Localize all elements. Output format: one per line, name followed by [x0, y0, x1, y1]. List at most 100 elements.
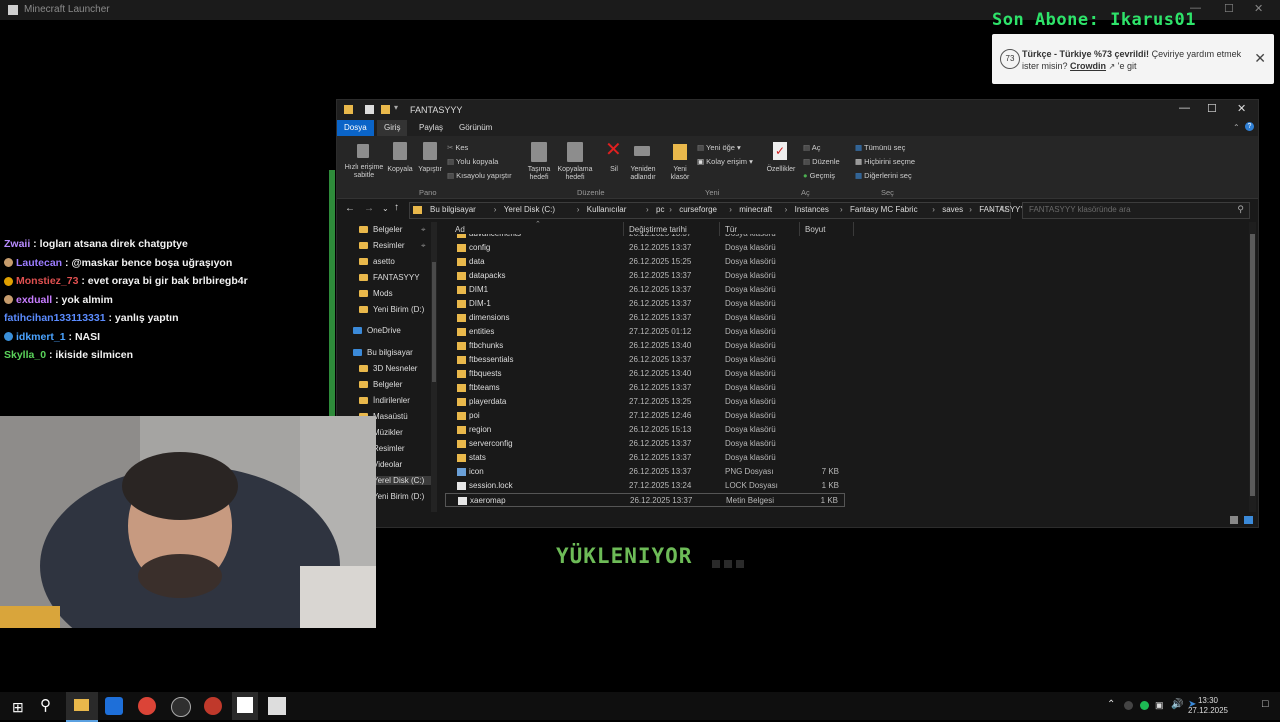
file-row[interactable]: icon 26.12.2025 13:37 PNG Dosyası 7 KB — [445, 465, 845, 479]
minecraft-taskbar-icon[interactable] — [268, 697, 286, 715]
explorer-minimize-button[interactable]: — — [1179, 102, 1190, 114]
explorer-close-button[interactable]: ✕ — [1237, 102, 1246, 115]
recent-locations-icon[interactable]: ⌄ — [382, 204, 389, 213]
tab-paylas[interactable]: Paylaş — [412, 120, 450, 136]
paste-button[interactable]: Yapıştır — [415, 166, 445, 174]
column-header-type[interactable]: Tür — [725, 225, 737, 234]
file-row[interactable]: ftbquests 26.12.2025 13:40 Dosya klasörü — [445, 367, 845, 381]
breadcrumb-separator-icon[interactable]: › — [932, 205, 935, 214]
breadcrumb-item[interactable]: Kullanıcılar — [587, 205, 627, 214]
new-folder-button[interactable]: Yeni klasör — [665, 166, 695, 182]
crowdin-link[interactable]: Crowdin — [1070, 61, 1106, 71]
launcher-maximize-button[interactable]: ☐ — [1224, 2, 1234, 15]
launcher-taskbar-button[interactable] — [232, 692, 258, 720]
breadcrumb-item[interactable]: Fantasy MC Fabric — [850, 205, 918, 214]
search-icon[interactable]: ⚲ — [40, 696, 51, 714]
file-list-scroll-thumb[interactable] — [1250, 234, 1255, 496]
launcher-close-button[interactable]: ✕ — [1254, 2, 1263, 15]
paste-shortcut-button[interactable]: ▤ Kısayolu yapıştır — [447, 171, 512, 180]
navigation-scroll-thumb[interactable] — [432, 262, 436, 382]
forward-icon[interactable]: → — [364, 203, 374, 214]
history-button[interactable]: ● Geçmiş — [803, 171, 835, 180]
tray-app-icon[interactable] — [1124, 701, 1133, 710]
cut-button[interactable]: ✂ Kes — [447, 143, 468, 152]
column-header-name[interactable]: Ad — [455, 225, 465, 234]
file-row[interactable]: stats 26.12.2025 13:37 Dosya klasörü — [445, 451, 845, 465]
nav-item[interactable]: Belgeler ⌖ — [359, 225, 426, 234]
properties-button[interactable]: Özellikler — [763, 166, 799, 174]
nav-item[interactable]: OneDrive — [353, 326, 401, 335]
breadcrumb-separator-icon[interactable]: › — [494, 205, 497, 214]
file-row[interactable]: datapacks 26.12.2025 13:37 Dosya klasörü — [445, 269, 845, 283]
nav-item[interactable]: asetto — [359, 257, 395, 266]
rename-button[interactable]: Yeniden adlandır — [623, 166, 663, 182]
file-row[interactable]: region 26.12.2025 15:13 Dosya klasörü — [445, 423, 845, 437]
select-all-button[interactable]: ▦ Tümünü seç — [855, 143, 905, 152]
nav-item[interactable]: Bu bilgisayar — [353, 348, 413, 357]
obs-icon[interactable] — [171, 697, 191, 717]
breadcrumb-separator-icon[interactable]: › — [969, 205, 972, 214]
file-row[interactable]: entities 27.12.2025 01:12 Dosya klasörü — [445, 325, 845, 339]
toast-close-button[interactable]: ✕ — [1254, 50, 1266, 67]
file-explorer-taskbar-button[interactable] — [66, 692, 98, 722]
back-icon[interactable]: ← — [345, 203, 355, 214]
move-to-button[interactable]: Taşıma hedefi — [521, 166, 557, 182]
copy-to-button[interactable]: Kopyalama hedefi — [555, 166, 595, 182]
breadcrumb-separator-icon[interactable]: › — [729, 205, 732, 214]
nav-item[interactable]: İndirilenler — [359, 396, 410, 405]
taskbar-clock[interactable]: 13:30 27.12.2025 — [1188, 696, 1228, 716]
details-view-icon[interactable] — [1230, 516, 1238, 524]
search-input[interactable]: FANTASYYY klasöründe ara ⚲ — [1022, 202, 1250, 219]
address-bar[interactable]: Bu bilgisayar › Yerel Disk (C:) › Kullanıcıl… — [409, 202, 1026, 219]
navigation-scrollbar[interactable] — [431, 222, 437, 512]
breadcrumb-item[interactable]: Bu bilgisayar — [430, 205, 476, 214]
notifications-icon[interactable]: □ — [1262, 698, 1269, 710]
file-row[interactable]: ftbteams 26.12.2025 13:37 Dosya klasörü — [445, 381, 845, 395]
breadcrumb-separator-icon[interactable]: › — [785, 205, 788, 214]
new-item-button[interactable]: ▤ Yeni öğe ▾ — [697, 143, 741, 152]
nav-item[interactable]: FANTASYYY — [359, 273, 420, 282]
up-icon[interactable]: ↑ — [394, 202, 399, 213]
search-icon[interactable]: ⚲ — [1237, 204, 1244, 215]
help-icon[interactable]: ? — [1245, 122, 1254, 131]
edit-button[interactable]: ▤ Düzenle — [803, 157, 840, 166]
network-icon[interactable]: ▣ — [1155, 700, 1164, 711]
start-icon[interactable]: ⊞ — [12, 699, 24, 716]
file-row[interactable]: dimensions 26.12.2025 13:37 Dosya klasörü — [445, 311, 845, 325]
file-row[interactable]: DIM1 26.12.2025 13:37 Dosya klasörü — [445, 283, 845, 297]
nav-item[interactable]: Belgeler — [359, 380, 402, 389]
volume-icon[interactable]: 🔊 — [1171, 699, 1183, 710]
breadcrumb-separator-icon[interactable]: › — [646, 205, 649, 214]
nav-item[interactable]: Yeni Birim (D:) — [359, 305, 424, 314]
copy-button[interactable]: Kopyala — [385, 166, 415, 174]
breadcrumb-item[interactable]: pc — [656, 205, 664, 214]
explorer-maximize-button[interactable]: ☐ — [1207, 102, 1217, 115]
nav-item[interactable]: Resimler ⌖ — [359, 241, 426, 250]
nav-item[interactable]: Mods — [359, 289, 393, 298]
file-row[interactable]: DIM-1 26.12.2025 13:37 Dosya klasörü — [445, 297, 845, 311]
easy-access-button[interactable]: ▣ Kolay erişim ▾ — [697, 157, 753, 166]
tab-dosya[interactable]: Dosya — [337, 120, 374, 136]
file-row[interactable]: ftbessentials 26.12.2025 13:37 Dosya klasö… — [445, 353, 845, 367]
breadcrumb-item[interactable]: minecraft — [739, 205, 772, 214]
file-row[interactable]: ftbchunks 26.12.2025 13:40 Dosya klasörü — [445, 339, 845, 353]
file-row[interactable]: config 26.12.2025 13:37 Dosya klasörü — [445, 241, 845, 255]
invert-selection-button[interactable]: ▦ Diğerlerini seç — [855, 171, 912, 180]
column-header-size[interactable]: Boyut — [805, 225, 825, 234]
file-row[interactable]: playerdata 27.12.2025 13:25 Dosya klasörü — [445, 395, 845, 409]
breadcrumb-item[interactable]: saves — [942, 205, 963, 214]
file-list-scrollbar[interactable] — [1249, 222, 1256, 512]
file-row[interactable]: advancements 26.12.2025 13:37 Dosya klasör… — [445, 234, 845, 241]
large-icons-view-icon[interactable] — [1244, 516, 1253, 524]
outlook-icon[interactable] — [105, 697, 123, 715]
nav-item[interactable]: 3D Nesneler — [359, 364, 417, 373]
chrome-icon[interactable] — [138, 697, 156, 715]
spotify-icon[interactable] — [1140, 701, 1149, 710]
tab-gorunum[interactable]: Görünüm — [452, 120, 499, 136]
copy-path-button[interactable]: ▤ Yolu kopyala — [447, 157, 498, 166]
breadcrumb-item[interactable]: curseforge — [679, 205, 717, 214]
address-dropdown-icon[interactable]: ⌄ — [988, 204, 995, 213]
file-row[interactable]: serverconfig 26.12.2025 13:37 Dosya klasör… — [445, 437, 845, 451]
breadcrumb-item[interactable]: Yerel Disk (C:) — [504, 205, 555, 214]
chrome-profile-icon[interactable] — [204, 697, 222, 715]
